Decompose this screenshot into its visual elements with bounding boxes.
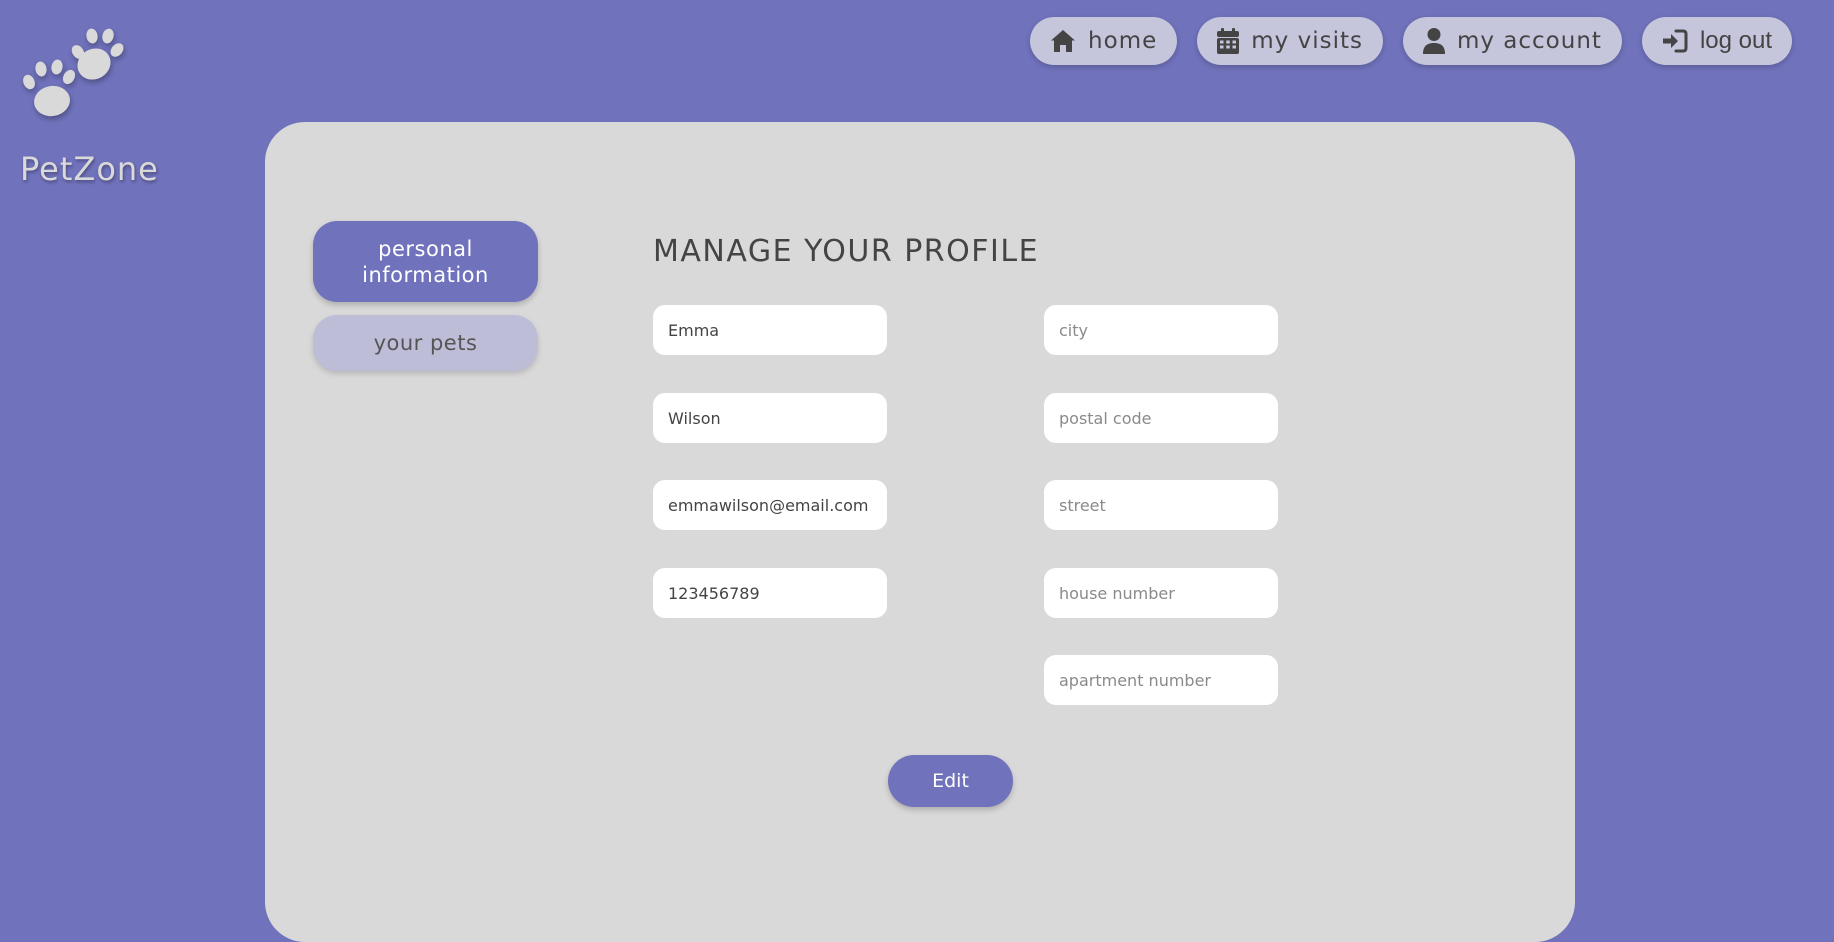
edit-button[interactable]: Edit bbox=[888, 755, 1013, 807]
brand-name: PetZone bbox=[20, 150, 159, 188]
last-name-field[interactable] bbox=[653, 393, 887, 443]
nav-home-label: home bbox=[1088, 28, 1158, 54]
nav-account-button[interactable]: my account bbox=[1402, 17, 1622, 65]
sign-in-icon bbox=[1662, 29, 1688, 53]
email-field[interactable] bbox=[653, 480, 887, 530]
street-field[interactable] bbox=[1044, 480, 1278, 530]
home-icon bbox=[1051, 30, 1076, 52]
house-number-field[interactable] bbox=[1044, 568, 1278, 618]
paw-prints-icon bbox=[23, 28, 124, 117]
nav-visits-label: my visits bbox=[1251, 28, 1363, 54]
phone-field[interactable] bbox=[653, 568, 887, 618]
city-field[interactable] bbox=[1044, 305, 1278, 355]
first-name-field[interactable] bbox=[653, 305, 887, 355]
tab-personal-information[interactable]: personal information bbox=[313, 221, 538, 302]
page-title: MANAGE YOUR PROFILE bbox=[653, 234, 1040, 269]
tab-your-pets[interactable]: your pets bbox=[313, 315, 538, 371]
logo[interactable]: PetZone bbox=[20, 26, 160, 196]
nav-account-label: my account bbox=[1456, 28, 1602, 54]
nav-logout-button[interactable]: log out bbox=[1641, 17, 1792, 65]
top-nav: home my visits my account log out bbox=[1030, 17, 1792, 65]
nav-visits-button[interactable]: my visits bbox=[1197, 17, 1383, 65]
calendar-icon bbox=[1217, 28, 1240, 54]
nav-logout-label: log out bbox=[1699, 27, 1772, 54]
postal-code-field[interactable] bbox=[1044, 393, 1278, 443]
nav-home-button[interactable]: home bbox=[1030, 17, 1178, 65]
profile-card: personal information your pets MANAGE YO… bbox=[265, 122, 1575, 942]
apartment-number-field[interactable] bbox=[1044, 655, 1278, 705]
user-icon bbox=[1422, 28, 1445, 54]
